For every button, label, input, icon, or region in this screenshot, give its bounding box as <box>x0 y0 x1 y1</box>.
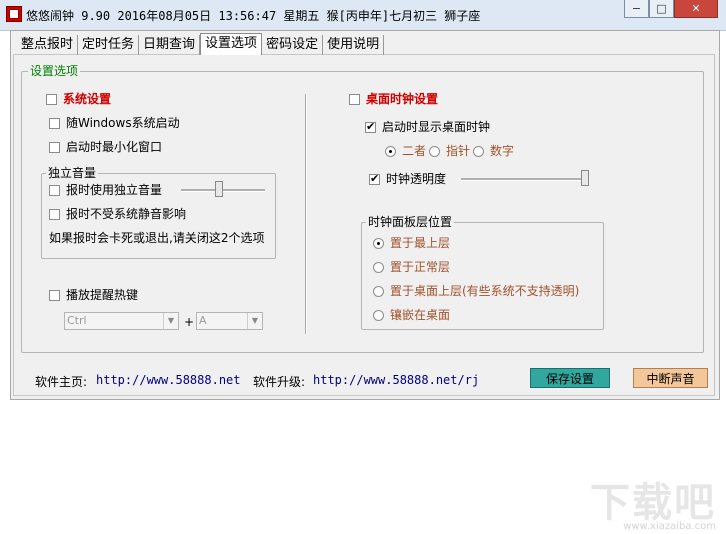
main-window-client: 整点报时 定时任务 日期查询 设置选项 密码设定 使用说明 设置选项 系统设置 … <box>10 30 720 400</box>
save-settings-button[interactable]: 保存设置 <box>530 368 610 388</box>
windows-startup-label: 随Windows系统启动 <box>66 116 180 130</box>
homepage-label: 软件主页: <box>35 375 88 389</box>
display-mode-hands-radio[interactable] <box>429 146 440 157</box>
hotkey-label: 播放提醒热键 <box>66 288 139 302</box>
maximize-button[interactable]: □ <box>649 0 674 18</box>
start-minimized-checkbox[interactable] <box>49 142 60 153</box>
system-settings-checkbox[interactable] <box>46 94 57 105</box>
show-on-start-label: 启动时显示桌面时钟 <box>382 120 491 134</box>
tab-hourly-chime[interactable]: 整点报时 <box>17 35 79 55</box>
independent-volume-checkbox[interactable] <box>49 185 60 196</box>
upgrade-label: 软件升级: <box>253 375 306 389</box>
volume-group-title: 独立音量 <box>46 166 99 180</box>
close-button[interactable]: ✕ <box>674 0 718 18</box>
hotkey-plus: + <box>184 315 195 329</box>
start-minimized-label: 启动时最小化窗口 <box>66 140 163 154</box>
volume-slider-thumb[interactable] <box>215 181 224 197</box>
hotkey-key-select[interactable]: A ▼ <box>196 312 263 330</box>
layer-desktop-top-label: 置于桌面上层(有些系统不支持透明) <box>390 284 580 298</box>
layer-embed-label: 镶嵌在桌面 <box>390 308 451 322</box>
window-title: 悠悠闹钟 9.90 2016年08月05日 13:56:47 星期五 猴[丙申年… <box>26 9 481 23</box>
transparency-label: 时钟透明度 <box>386 172 447 186</box>
layer-desktop-top-radio[interactable] <box>373 286 384 297</box>
layer-normal-label: 置于正常层 <box>390 260 451 274</box>
layer-topmost-label: 置于最上层 <box>390 236 451 250</box>
window-controls: − □ ✕ <box>624 0 718 18</box>
display-mode-hands-label: 指针 <box>446 144 471 158</box>
show-on-start-checkbox[interactable] <box>365 120 376 133</box>
stop-sound-button[interactable]: 中断声音 <box>633 368 708 388</box>
app-icon <box>6 6 22 22</box>
tab-password[interactable]: 密码设定 <box>262 35 324 55</box>
desktop-clock-checkbox[interactable] <box>349 94 360 105</box>
watermark-logo: 下载吧 <box>590 480 716 526</box>
hotkey-checkbox[interactable] <box>49 290 60 301</box>
desktop-clock-label: 桌面时钟设置 <box>366 92 439 106</box>
transparency-slider-track[interactable] <box>461 178 589 181</box>
tab-strip: 整点报时 定时任务 日期查询 设置选项 密码设定 使用说明 <box>17 33 385 55</box>
homepage-link[interactable]: http://www.58888.net <box>96 373 241 387</box>
system-settings-label: 系统设置 <box>63 92 112 106</box>
tab-settings[interactable]: 设置选项 <box>200 33 263 55</box>
layer-normal-radio[interactable] <box>373 262 384 273</box>
tab-date-lookup[interactable]: 日期查询 <box>139 35 201 55</box>
layer-group-title: 时钟面板层位置 <box>366 215 455 229</box>
tab-scheduled-tasks[interactable]: 定时任务 <box>78 35 140 55</box>
title-bar: 悠悠闹钟 9.90 2016年08月05日 13:56:47 星期五 猴[丙申年… <box>0 0 726 31</box>
windows-startup-checkbox[interactable] <box>49 118 60 129</box>
layer-embed-radio[interactable] <box>373 310 384 321</box>
transparency-checkbox[interactable] <box>369 172 380 185</box>
transparency-slider-thumb[interactable] <box>581 170 589 186</box>
hotkey-modifier-value: Ctrl <box>67 314 87 327</box>
watermark-url: www.xiazaiba.com <box>623 521 716 532</box>
display-mode-both-label: 二者 <box>402 144 427 158</box>
upgrade-link[interactable]: http://www.58888.net/rj <box>313 373 479 387</box>
column-divider <box>305 94 307 334</box>
hotkey-key-value: A <box>199 314 207 327</box>
ignore-mute-label: 报时不受系统静音影响 <box>66 207 187 221</box>
display-mode-digital-label: 数字 <box>490 144 515 158</box>
chevron-down-icon: ▼ <box>247 313 262 329</box>
minimize-button[interactable]: − <box>624 0 649 18</box>
display-mode-digital-radio[interactable] <box>473 146 484 157</box>
settings-group-title: 设置选项 <box>28 64 81 78</box>
ignore-mute-checkbox[interactable] <box>49 209 60 220</box>
chevron-down-icon: ▼ <box>163 313 178 329</box>
hotkey-modifier-select[interactable]: Ctrl ▼ <box>64 312 179 330</box>
tab-help[interactable]: 使用说明 <box>323 35 385 55</box>
layer-topmost-radio[interactable] <box>373 238 384 249</box>
display-mode-both-radio[interactable] <box>385 146 396 157</box>
independent-volume-label: 报时使用独立音量 <box>66 183 163 197</box>
volume-note-text: 如果报时会卡死或退出,请关闭这2个选项 <box>49 231 265 245</box>
